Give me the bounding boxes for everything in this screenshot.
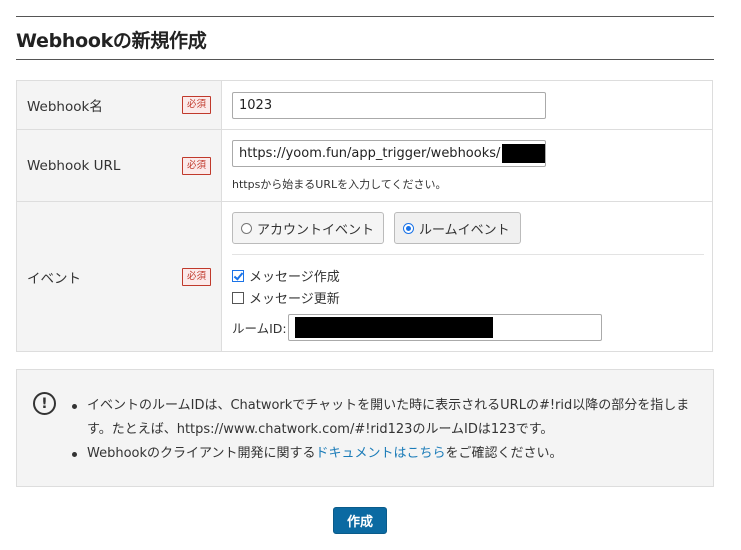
form-row-url: Webhook URL 必須 https://yoom.fun/app_trig… (17, 130, 712, 202)
webhook-url-value: https://yoom.fun/app_trigger/webhooks/ (239, 146, 501, 161)
create-button[interactable]: 作成 (333, 507, 387, 534)
info-docs-after: をご確認ください。 (445, 446, 563, 461)
room-id-input[interactable] (287, 314, 602, 341)
page-title: Webhookの新規作成 (16, 30, 207, 52)
message-update-option[interactable]: メッセージ更新 (232, 288, 340, 307)
account-event-label: アカウントイベント (257, 222, 375, 238)
message-update-checkbox-icon[interactable] (232, 291, 244, 304)
event-label: イベント (27, 270, 81, 287)
redacted-block (502, 144, 545, 163)
docs-link[interactable]: ドキュメントはこちら (316, 446, 446, 461)
room-event-radio-icon[interactable] (403, 222, 414, 234)
room-event-label: ルームイベント (419, 222, 510, 238)
info-item-room-id: イベントのルームIDは、Chatworkでチャットを開いた時に表示されるURLの… (71, 394, 701, 442)
required-badge: 必須 (181, 96, 211, 114)
label-cell-event: イベント 必須 (17, 202, 222, 351)
value-cell-event: アカウントイベント ルームイベント メッセージ作成 メッセージ更新 ルームID: (222, 202, 712, 351)
message-create-label: メッセージ作成 (249, 270, 340, 285)
title-divider (16, 59, 714, 60)
top-divider (16, 16, 714, 17)
webhook-name-input[interactable] (232, 92, 546, 119)
event-divider (232, 254, 704, 255)
webhook-create-page: Webhookの新規作成 Webhook名 必須 Webhook URL 必須 … (0, 0, 741, 550)
form-row-event: イベント 必須 アカウントイベント ルームイベント メッセージ作成 メッセージ更… (17, 202, 712, 351)
info-box: ! イベントのルームIDは、Chatworkでチャットを開いた時に表示されるUR… (16, 369, 714, 487)
message-create-option[interactable]: メッセージ作成 (232, 266, 340, 285)
value-cell-name (222, 81, 712, 129)
redacted-block (294, 317, 493, 338)
webhook-name-label: Webhook名 (27, 99, 103, 115)
account-event-radio-icon[interactable] (241, 222, 252, 234)
webhook-url-help: httpsから始まるURLを入力してください。 (232, 178, 447, 191)
info-list: イベントのルームIDは、Chatworkでチャットを開いた時に表示されるURLの… (71, 394, 701, 466)
message-create-checkbox-icon[interactable] (232, 269, 244, 282)
label-cell-url: Webhook URL 必須 (17, 130, 222, 201)
form-row-name: Webhook名 必須 (17, 81, 712, 130)
room-id-label: ルームID: (232, 321, 287, 336)
webhook-url-label: Webhook URL (27, 157, 121, 174)
value-cell-url: https://yoom.fun/app_trigger/webhooks/ h… (222, 130, 712, 201)
info-docs-before: Webhookのクライアント開発に関する (87, 446, 316, 461)
room-id-row: ルームID: (232, 314, 602, 341)
required-badge: 必須 (181, 156, 211, 175)
room-event-toggle[interactable]: ルームイベント (394, 212, 521, 244)
account-event-toggle[interactable]: アカウントイベント (232, 212, 384, 244)
required-badge: 必須 (181, 267, 211, 286)
webhook-form: Webhook名 必須 Webhook URL 必須 https://yoom.… (16, 80, 713, 352)
info-item-docs: Webhookのクライアント開発に関するドキュメントはこちらをご確認ください。 (71, 442, 701, 466)
webhook-url-input[interactable]: https://yoom.fun/app_trigger/webhooks/ (232, 140, 546, 167)
label-cell-name: Webhook名 必須 (17, 81, 222, 129)
exclamation-circle-icon: ! (33, 392, 56, 415)
message-update-label: メッセージ更新 (249, 292, 340, 307)
